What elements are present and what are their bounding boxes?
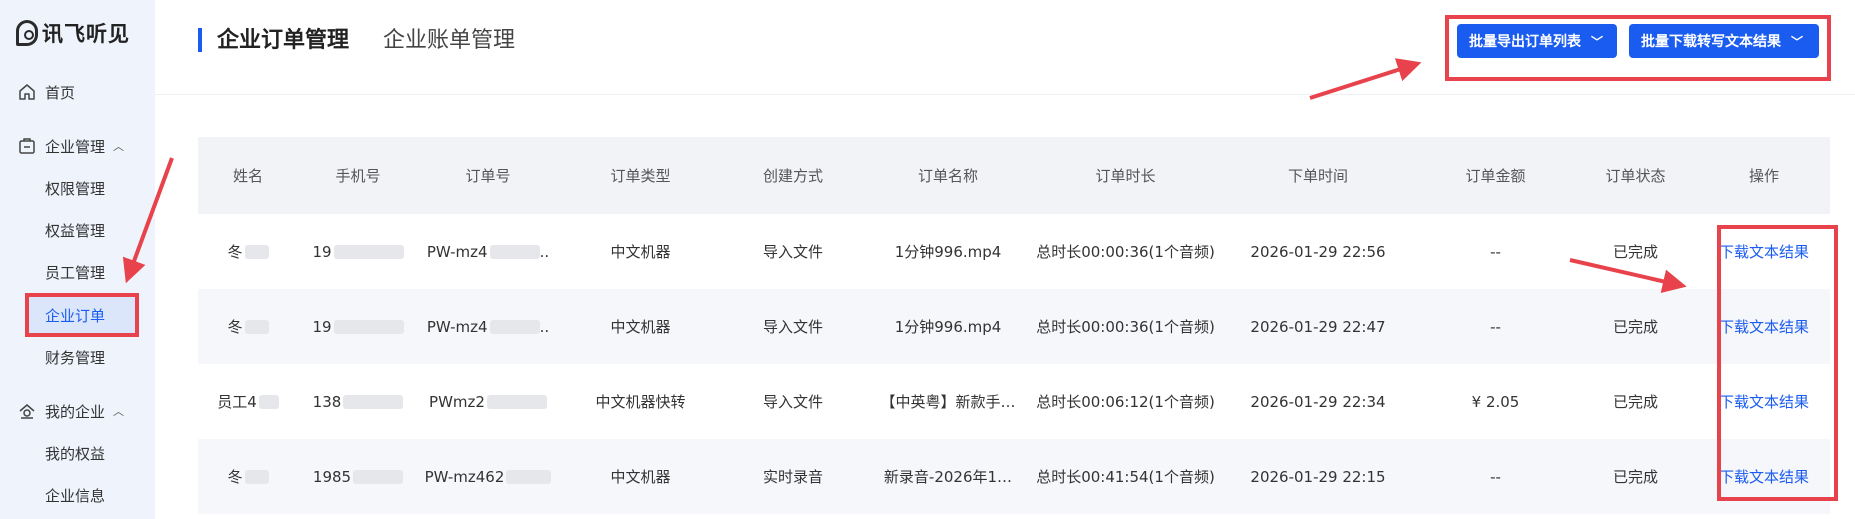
cell-order-no: PW-mz462 (418, 439, 558, 514)
brand-name: 讯飞听见 (42, 22, 130, 46)
cell-phone: 1985 (298, 439, 418, 514)
cell-order-no: PW-mz4.. (426, 317, 550, 336)
cell-amount: -- (1490, 317, 1501, 336)
cell-name: 冬 (198, 439, 298, 514)
cell-status: 已完成 (1612, 468, 1658, 486)
sidebar-item-enterprise-info[interactable]: 企业信息 (0, 477, 155, 513)
cell-duration: 总时长00:00:36(1个音频) (1036, 243, 1215, 261)
chevron-up-icon: ︿ (113, 140, 125, 153)
column-header: 订单时长 (1095, 167, 1156, 185)
sidebar-item-employees[interactable]: 员工管理 (0, 254, 155, 290)
cell-title: 1分钟996.mp4 (894, 318, 1002, 336)
cell-method: 导入文件 (762, 243, 823, 261)
column-header: 订单类型 (610, 167, 671, 185)
cell-name: 冬 (198, 214, 298, 289)
cell-duration: 总时长00:06:12(1个音频) (1036, 393, 1215, 411)
cell-title: 新录音-2026年1… (883, 468, 1013, 486)
table-row: 冬 19 PW-mz4.. 中文机器 导入文件 1分钟996.mp4 总时长00… (198, 289, 1830, 364)
cell-amount: ¥ 2.05 (1471, 392, 1520, 411)
download-transcripts-button[interactable]: 批量下载转写文本结果 ﹀ (1629, 24, 1819, 58)
sidebar-item-label: 企业管理 (45, 137, 106, 156)
export-orders-button[interactable]: 批量导出订单列表 ﹀ (1457, 24, 1617, 58)
cell-phone: 19 (298, 289, 418, 364)
enterprise-icon (17, 136, 37, 156)
table-row: 员工4 138 PWmz2 中文机器快转 导入文件 【中英粤】新款手… 总时长0… (198, 364, 1830, 439)
tab-enterprise-orders[interactable]: 企业订单管理 (217, 22, 349, 54)
cell-status: 已完成 (1612, 393, 1658, 411)
sidebar-item-finance[interactable]: 财务管理 (0, 339, 155, 375)
column-header: 操作 (1748, 167, 1779, 185)
app-root: 讯飞听见 首页 企业管理 ︿ 权限管理 权益管理 员工管理 企业订单 财务管理 … (0, 0, 1855, 519)
sidebar-group-my-enterprise[interactable]: 我的企业 ︿ (0, 393, 155, 429)
cell-order-no: PW-mz4.. (426, 242, 550, 261)
orders-table: 姓名 手机号 订单号 订单类型 创建方式 订单名称 订单时长 下单时间 订单金额… (198, 137, 1830, 514)
tab-enterprise-bills[interactable]: 企业账单管理 (383, 22, 515, 54)
home-icon (17, 82, 37, 102)
download-result-link[interactable]: 下载文本结果 (1698, 214, 1830, 289)
button-label: 批量导出订单列表 (1469, 34, 1581, 50)
sidebar-item-label: 首页 (45, 83, 76, 102)
cell-type: 中文机器快转 (595, 393, 686, 411)
brand-logo[interactable]: 讯飞听见 (16, 18, 130, 48)
chevron-down-icon: ﹀ (1591, 34, 1604, 49)
cell-title: 1分钟996.mp4 (894, 243, 1002, 261)
cell-duration: 总时长00:00:36(1个音频) (1036, 318, 1215, 336)
building-icon (17, 401, 37, 421)
cell-time: 2026-01-29 22:47 (1250, 317, 1386, 336)
cell-name: 冬 (198, 289, 298, 364)
cell-type: 中文机器 (610, 468, 671, 486)
cell-phone: 138 (298, 364, 418, 439)
column-header: 订单状态 (1605, 167, 1666, 185)
column-header: 订单号 (465, 167, 511, 185)
sidebar-group-enterprise-mgmt[interactable]: 企业管理 ︿ (0, 128, 155, 164)
cell-method: 实时录音 (762, 468, 823, 486)
cell-time: 2026-01-29 22:34 (1250, 392, 1386, 411)
sidebar: 讯飞听见 首页 企业管理 ︿ 权限管理 权益管理 员工管理 企业订单 财务管理 … (0, 0, 155, 519)
cell-status: 已完成 (1612, 243, 1658, 261)
cell-phone: 19 (298, 214, 418, 289)
column-header: 订单名称 (917, 167, 978, 185)
cell-amount: -- (1490, 467, 1501, 486)
button-label: 批量下载转写文本结果 (1641, 34, 1781, 50)
download-result-link[interactable]: 下载文本结果 (1698, 439, 1830, 514)
cell-type: 中文机器 (610, 318, 671, 336)
cell-method: 导入文件 (762, 318, 823, 336)
cell-status: 已完成 (1612, 318, 1658, 336)
download-result-link[interactable]: 下载文本结果 (1698, 289, 1830, 364)
sidebar-item-home[interactable]: 首页 (0, 74, 155, 110)
table-row: 冬 19 PW-mz4.. 中文机器 导入文件 1分钟996.mp4 总时长00… (198, 214, 1830, 289)
sidebar-item-permissions[interactable]: 权限管理 (0, 170, 155, 206)
cell-time: 2026-01-29 22:56 (1250, 242, 1386, 261)
cell-title: 【中英粤】新款手… (880, 393, 1016, 411)
cell-order-no: PWmz2 (418, 364, 558, 439)
column-header: 下单时间 (1287, 167, 1348, 185)
cell-time: 2026-01-29 22:15 (1250, 467, 1386, 486)
sidebar-item-benefits[interactable]: 权益管理 (0, 212, 155, 248)
active-tab-marker (198, 28, 202, 52)
column-header: 姓名 (232, 167, 263, 185)
cell-duration: 总时长00:41:54(1个音频) (1036, 468, 1215, 486)
table-row: 冬 1985 PW-mz462 中文机器 实时录音 新录音-2026年1… 总时… (198, 439, 1830, 514)
column-header: 手机号 (335, 167, 381, 185)
chevron-up-icon: ︿ (113, 405, 125, 418)
cell-name: 员工4 (198, 364, 298, 439)
table-header: 姓名 手机号 订单号 订单类型 创建方式 订单名称 订单时长 下单时间 订单金额… (198, 137, 1830, 214)
download-result-link[interactable]: 下载文本结果 (1698, 364, 1830, 439)
sidebar-item-enterprise-orders[interactable]: 企业订单 (25, 297, 137, 333)
sidebar-item-my-benefits[interactable]: 我的权益 (0, 435, 155, 471)
column-header: 创建方式 (762, 167, 823, 185)
logo-icon (16, 20, 38, 46)
sidebar-item-label: 我的企业 (45, 402, 106, 421)
cell-method: 导入文件 (762, 393, 823, 411)
cell-amount: -- (1490, 242, 1501, 261)
column-header: 订单金额 (1465, 167, 1526, 185)
cell-type: 中文机器 (610, 243, 671, 261)
chevron-down-icon: ﹀ (1791, 34, 1804, 49)
